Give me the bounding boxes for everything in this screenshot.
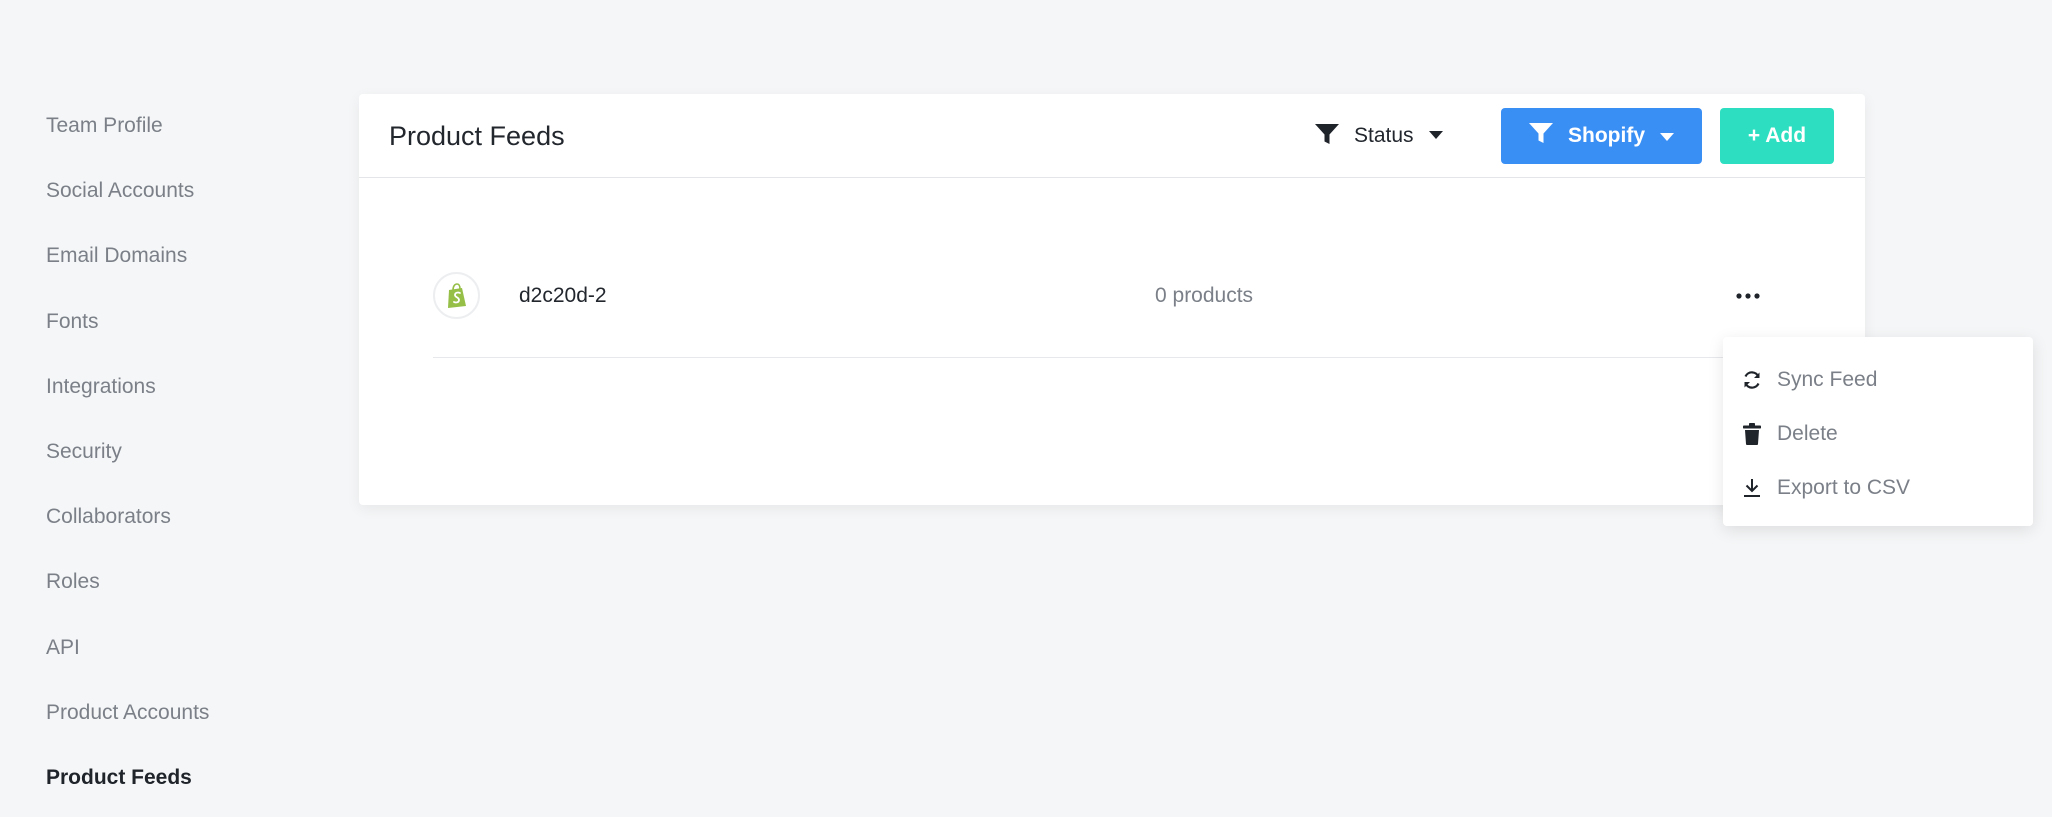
menu-item-label: Delete bbox=[1777, 422, 1838, 445]
filter-icon bbox=[1528, 121, 1554, 151]
sidebar-item-api[interactable]: API bbox=[46, 622, 306, 687]
sidebar-item-fonts[interactable]: Fonts bbox=[46, 296, 306, 361]
sidebar-item-product-feeds[interactable]: Product Feeds bbox=[46, 752, 306, 817]
status-filter-dropdown[interactable]: Status bbox=[1314, 116, 1444, 156]
table-row[interactable]: d2c20d-2 0 products bbox=[433, 272, 1813, 358]
filter-icon bbox=[1314, 122, 1340, 151]
sidebar-item-email-domains[interactable]: Email Domains bbox=[46, 230, 306, 295]
sidebar-item-collaborators[interactable]: Collaborators bbox=[46, 491, 306, 556]
feed-name[interactable]: d2c20d-2 bbox=[519, 272, 607, 319]
sidebar-item-roles[interactable]: Roles bbox=[46, 556, 306, 621]
feed-actions-menu: Sync Feed Delete Export to CSV bbox=[1723, 337, 2033, 526]
sidebar-item-team-profile[interactable]: Team Profile bbox=[46, 100, 306, 165]
trash-icon bbox=[1741, 423, 1763, 445]
menu-item-sync-feed[interactable]: Sync Feed bbox=[1723, 353, 2033, 407]
caret-down-icon bbox=[1659, 124, 1675, 148]
add-feed-button[interactable]: + Add bbox=[1720, 108, 1834, 164]
shopify-filter-button[interactable]: Shopify bbox=[1501, 108, 1702, 164]
settings-sidebar: Team Profile Social Accounts Email Domai… bbox=[46, 100, 306, 817]
download-icon bbox=[1741, 477, 1763, 499]
menu-item-label: Sync Feed bbox=[1777, 368, 1878, 391]
sidebar-item-integrations[interactable]: Integrations bbox=[46, 361, 306, 426]
sidebar-item-social-accounts[interactable]: Social Accounts bbox=[46, 165, 306, 230]
shopify-logo-icon bbox=[433, 272, 480, 319]
menu-item-export-csv[interactable]: Export to CSV bbox=[1723, 461, 2033, 515]
sidebar-item-security[interactable]: Security bbox=[46, 426, 306, 491]
sidebar-item-product-accounts[interactable]: Product Accounts bbox=[46, 687, 306, 752]
menu-item-label: Export to CSV bbox=[1777, 476, 1911, 499]
product-feeds-card: Product Feeds Status Shopify + Add d2c20… bbox=[359, 94, 1865, 505]
more-horizontal-icon bbox=[1736, 286, 1760, 304]
more-options-button[interactable] bbox=[1733, 282, 1763, 308]
sync-icon bbox=[1741, 369, 1763, 391]
feed-product-count: 0 products bbox=[1155, 284, 1254, 307]
shopify-filter-label: Shopify bbox=[1568, 124, 1645, 147]
status-filter-label: Status bbox=[1354, 124, 1414, 147]
card-header: Product Feeds Status Shopify + Add bbox=[359, 94, 1865, 178]
caret-down-icon bbox=[1428, 127, 1444, 145]
menu-item-delete[interactable]: Delete bbox=[1723, 407, 2033, 461]
page-title: Product Feeds bbox=[389, 121, 565, 151]
